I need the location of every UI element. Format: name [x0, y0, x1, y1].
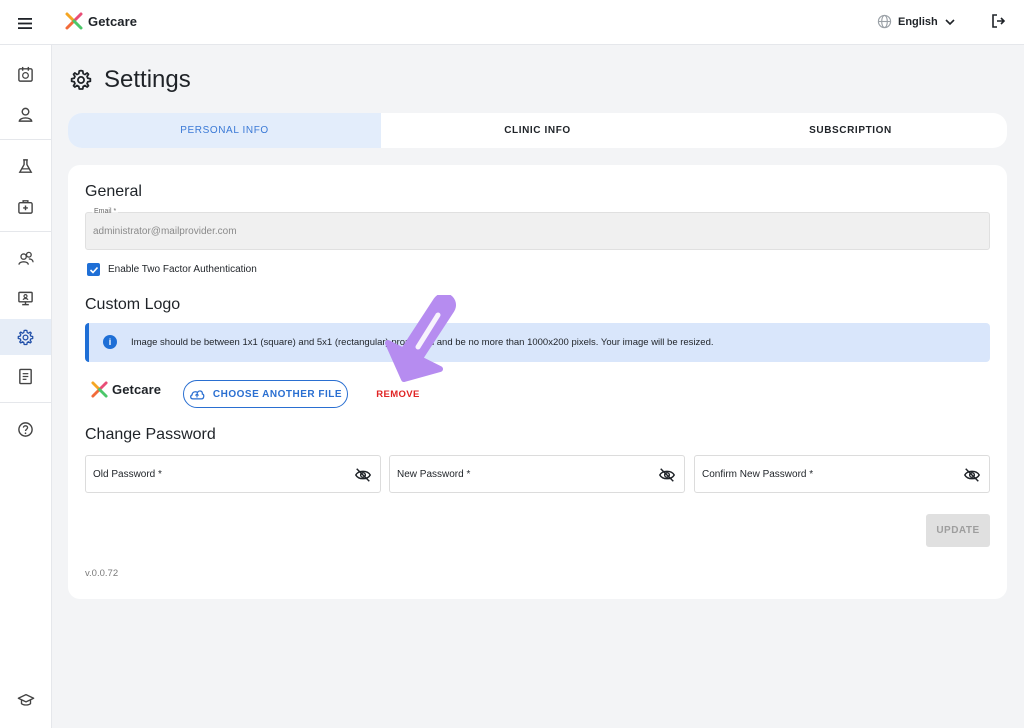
choose-file-button[interactable]: CHOOSE ANOTHER FILE: [183, 380, 348, 408]
language-selector[interactable]: English: [877, 14, 956, 29]
sidebar-item-team[interactable]: [0, 240, 51, 276]
logout-icon[interactable]: [990, 13, 1008, 31]
two-factor-option[interactable]: Enable Two Factor Authentication: [87, 263, 257, 276]
tab-personal-info[interactable]: PERSONAL INFO: [68, 113, 381, 148]
document-icon: [19, 368, 32, 384]
sidebar-divider: [0, 402, 52, 403]
menu-icon[interactable]: [14, 12, 36, 34]
logo-preview: Getcare: [90, 380, 161, 399]
user-icon: [18, 107, 33, 122]
medical-kit-icon: [18, 199, 33, 214]
email-field[interactable]: Email * administrator@mailprovider.com: [85, 208, 990, 250]
email-field-value: administrator@mailprovider.com: [93, 226, 237, 237]
gear-icon: [17, 329, 34, 345]
sidebar-item-settings[interactable]: [0, 319, 51, 355]
settings-tabs: PERSONAL INFO CLINIC INFO SUBSCRIPTION: [68, 113, 1007, 148]
custom-logo-section-title: Custom Logo: [85, 296, 181, 313]
confirm-password-field[interactable]: Confirm New Password *: [694, 455, 990, 493]
confirm-password-label: Confirm New Password *: [702, 469, 814, 480]
language-label: English: [898, 15, 938, 28]
new-password-label: New Password *: [397, 469, 471, 480]
app-version: v.0.0.72: [85, 568, 119, 579]
logo-info-text: Image should be between 1x1 (square) and…: [131, 337, 714, 348]
monitor-icon: [18, 291, 33, 305]
brand-name: Getcare: [88, 13, 138, 29]
brand-logo[interactable]: Getcare: [64, 11, 137, 31]
sidebar-divider: [0, 139, 52, 140]
graduation-cap-icon: [17, 693, 34, 706]
sidebar: [0, 45, 52, 728]
globe-icon: [877, 14, 892, 29]
lab-flask-icon: [18, 158, 33, 173]
general-section-title: General: [85, 183, 142, 200]
getcare-logo-icon: [91, 381, 108, 398]
change-password-section-title: Change Password: [85, 426, 216, 443]
gear-icon: [70, 69, 92, 90]
new-password-field[interactable]: New Password *: [389, 455, 685, 493]
choose-file-label: CHOOSE ANOTHER FILE: [212, 388, 343, 400]
old-password-field[interactable]: Old Password *: [85, 455, 381, 493]
tab-clinic-info[interactable]: CLINIC INFO: [381, 113, 694, 148]
chevron-down-icon: [945, 18, 955, 25]
sidebar-item-calendar[interactable]: [0, 56, 51, 92]
top-bar: Getcare English: [0, 0, 1024, 45]
email-field-label: Email *: [92, 208, 119, 215]
remove-logo-button[interactable]: REMOVE: [368, 380, 428, 408]
eye-off-icon[interactable]: [354, 466, 372, 484]
sidebar-item-help[interactable]: [0, 411, 51, 447]
sidebar-divider: [0, 231, 52, 232]
help-icon: [18, 421, 33, 437]
sidebar-item-lab[interactable]: [0, 148, 51, 184]
two-factor-checkbox[interactable]: [87, 263, 100, 276]
logo-preview-text: Getcare: [112, 382, 162, 397]
info-icon: i: [103, 335, 117, 349]
page-title: Settings: [104, 66, 191, 93]
sidebar-item-documents[interactable]: [0, 358, 51, 394]
logo-info-banner: i Image should be between 1x1 (square) a…: [85, 323, 990, 362]
checkmark-icon: [89, 266, 98, 274]
settings-card: General Email * administrator@mailprovid…: [68, 165, 1007, 599]
tab-subscription[interactable]: SUBSCRIPTION: [694, 113, 1007, 148]
team-icon: [17, 251, 34, 265]
two-factor-label: Enable Two Factor Authentication: [108, 264, 257, 275]
eye-off-icon[interactable]: [658, 466, 676, 484]
sidebar-item-profile[interactable]: [0, 96, 51, 132]
getcare-logo-icon: [65, 12, 83, 30]
cloud-upload-icon: [190, 390, 205, 400]
sidebar-item-medical[interactable]: [0, 188, 51, 224]
sidebar-item-monitor[interactable]: [0, 280, 51, 316]
sidebar-item-academy[interactable]: [0, 682, 51, 718]
calendar-icon: [18, 66, 33, 82]
eye-off-icon[interactable]: [963, 466, 981, 484]
update-button[interactable]: UPDATE: [926, 514, 990, 547]
old-password-label: Old Password *: [93, 469, 162, 480]
page-header: Settings: [70, 66, 191, 94]
